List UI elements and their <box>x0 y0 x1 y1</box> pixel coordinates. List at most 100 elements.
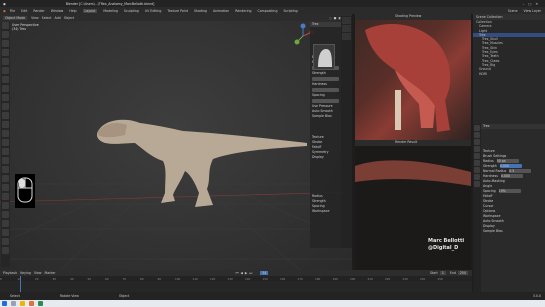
blender-taskbar-icon[interactable] <box>29 301 34 306</box>
snake-hook-brush-icon[interactable] <box>2 193 9 200</box>
status-bar: Select Rotate View Object 3.0.0 <box>0 292 545 300</box>
fill-brush-icon[interactable] <box>2 157 9 164</box>
field-hardness: Hardness <box>312 82 327 86</box>
draw-brush-icon[interactable] <box>2 94 9 101</box>
watermark-handle: @Digital_D <box>428 245 459 251</box>
tab-texture-paint[interactable]: Texture Paint <box>167 9 188 13</box>
move-tool-icon[interactable] <box>2 40 9 47</box>
menu-file[interactable]: File <box>10 9 15 13</box>
menu-help[interactable]: Help <box>69 9 76 13</box>
app-icon[interactable] <box>38 301 43 306</box>
modifier-tab-icon[interactable] <box>474 167 480 173</box>
sidebar-tab-view[interactable] <box>342 33 351 40</box>
timeline-ruler[interactable]: 0102030405060708090100110120130140150160… <box>0 276 472 281</box>
texture-tab-icon[interactable] <box>474 181 480 187</box>
current-frame-field[interactable]: 34 <box>260 271 269 275</box>
cursor-tool-icon[interactable] <box>2 31 9 38</box>
material-tab-icon[interactable] <box>474 174 480 180</box>
tool-shelf <box>1 22 10 267</box>
tab-rendering[interactable]: Rendering <box>235 9 251 13</box>
menu-render[interactable]: Render <box>33 9 44 13</box>
world-tab-icon[interactable] <box>474 153 480 159</box>
prop-sample-bias[interactable]: Sample Bias <box>473 229 545 234</box>
window-controls-icon[interactable]: –□✕ <box>523 2 542 6</box>
tab-scripting[interactable]: Scripting <box>283 9 297 13</box>
scene-selector[interactable]: Scene <box>508 9 518 13</box>
brush-preview[interactable] <box>313 44 335 70</box>
tool-tab-icon[interactable] <box>474 125 480 131</box>
playhead[interactable] <box>20 276 21 292</box>
strength-slider[interactable] <box>312 77 339 81</box>
render-preview-top[interactable]: Shading Preview <box>355 14 471 140</box>
tab-uv-editing[interactable]: UV Editing <box>145 9 162 13</box>
menu-bar: ◉ File Edit Render Window Help Layout Mo… <box>0 7 545 14</box>
transform-tool-icon[interactable] <box>2 67 9 74</box>
strength-value[interactable]: 0.500 <box>499 164 522 168</box>
spacing-value[interactable]: 10% <box>498 189 521 193</box>
pinch-brush-icon[interactable] <box>2 175 9 182</box>
tab-animation[interactable]: Animation <box>213 9 229 13</box>
menu-edit[interactable]: Edit <box>21 9 27 13</box>
view-layer-selector[interactable]: View Layer <box>524 9 541 13</box>
render-tab-icon[interactable] <box>474 132 480 138</box>
measure-tool-icon[interactable] <box>2 85 9 92</box>
scene-tab-icon[interactable] <box>474 146 480 152</box>
blob-brush-icon[interactable] <box>2 121 9 128</box>
hardness-slider[interactable] <box>312 88 339 92</box>
scrape-brush-icon[interactable] <box>2 166 9 173</box>
object-tab-icon[interactable] <box>474 160 480 166</box>
playback-controls-icon[interactable]: ⏮◀▶⏭ <box>236 271 255 275</box>
sidebar-tab-tool[interactable] <box>342 25 351 32</box>
scale-tool-icon[interactable] <box>2 58 9 65</box>
timeline-marker-menu[interactable]: Marker <box>45 271 56 275</box>
mask-brush-icon[interactable] <box>2 202 9 209</box>
blender-menu-icon[interactable]: ◉ <box>3 9 6 13</box>
normal-radius-value[interactable]: 0.5 <box>509 169 532 173</box>
flatten-brush-icon[interactable] <box>2 148 9 155</box>
timeline-playback-menu[interactable]: Playback <box>3 271 17 275</box>
crease-brush-icon[interactable] <box>2 130 9 137</box>
spacing-slider[interactable] <box>312 99 339 103</box>
select-tool-icon[interactable] <box>2 22 9 29</box>
timeline-tick: 50 <box>87 276 92 281</box>
tab-compositing[interactable]: Compositing <box>258 9 278 13</box>
cloth-filter-icon[interactable] <box>2 238 9 245</box>
mesh-filter-icon[interactable] <box>2 229 9 236</box>
annotate-tool-icon[interactable] <box>2 76 9 83</box>
explorer-icon[interactable] <box>20 301 25 306</box>
menu-window[interactable]: Window <box>51 9 64 13</box>
timeline-tick: 140 <box>245 276 251 281</box>
output-tab-icon[interactable] <box>474 139 480 145</box>
inflate-brush-icon[interactable] <box>2 112 9 119</box>
lasso-mask-icon[interactable] <box>2 220 9 227</box>
rotate-tool-icon[interactable] <box>2 49 9 56</box>
panel-section-workspace[interactable]: Workspace <box>310 209 341 214</box>
hardness-value[interactable]: 0.000 <box>500 174 523 178</box>
face-sets-icon[interactable] <box>2 247 9 254</box>
end-frame-field[interactable]: 250 <box>457 271 468 275</box>
start-icon[interactable] <box>2 301 7 306</box>
tab-layout[interactable]: Layout <box>82 8 98 13</box>
tab-sculpting[interactable]: Sculpting <box>124 9 139 13</box>
radius-value[interactable]: 50 px <box>496 159 519 163</box>
timeline-view-menu[interactable]: View <box>34 271 42 275</box>
prop-spacing-label: Spacing <box>483 189 496 193</box>
grab-brush-icon[interactable] <box>2 184 9 191</box>
tab-modeling[interactable]: Modeling <box>103 9 118 13</box>
mouse-overlay <box>15 174 35 208</box>
clay-brush-icon[interactable] <box>2 103 9 110</box>
mouse-icon <box>17 177 33 203</box>
trex-model[interactable] <box>95 109 310 219</box>
timeline-keying-menu[interactable]: Keying <box>20 271 31 275</box>
3d-viewport[interactable]: Object Mode View Select Add Object ◌●◐◍ … <box>0 14 352 270</box>
outliner-row[interactable]: HDRI <box>473 72 545 76</box>
box-mask-icon[interactable] <box>2 211 9 218</box>
sidebar-tab-item[interactable] <box>342 17 351 24</box>
trex-muscle-render <box>365 24 451 133</box>
version-label: 3.0.0 <box>532 294 541 298</box>
tab-shading[interactable]: Shading <box>194 9 207 13</box>
start-frame-field[interactable]: 1 <box>439 271 446 275</box>
timeline-tick: 210 <box>367 276 373 281</box>
search-icon[interactable] <box>11 301 16 306</box>
smooth-brush-icon[interactable] <box>2 139 9 146</box>
